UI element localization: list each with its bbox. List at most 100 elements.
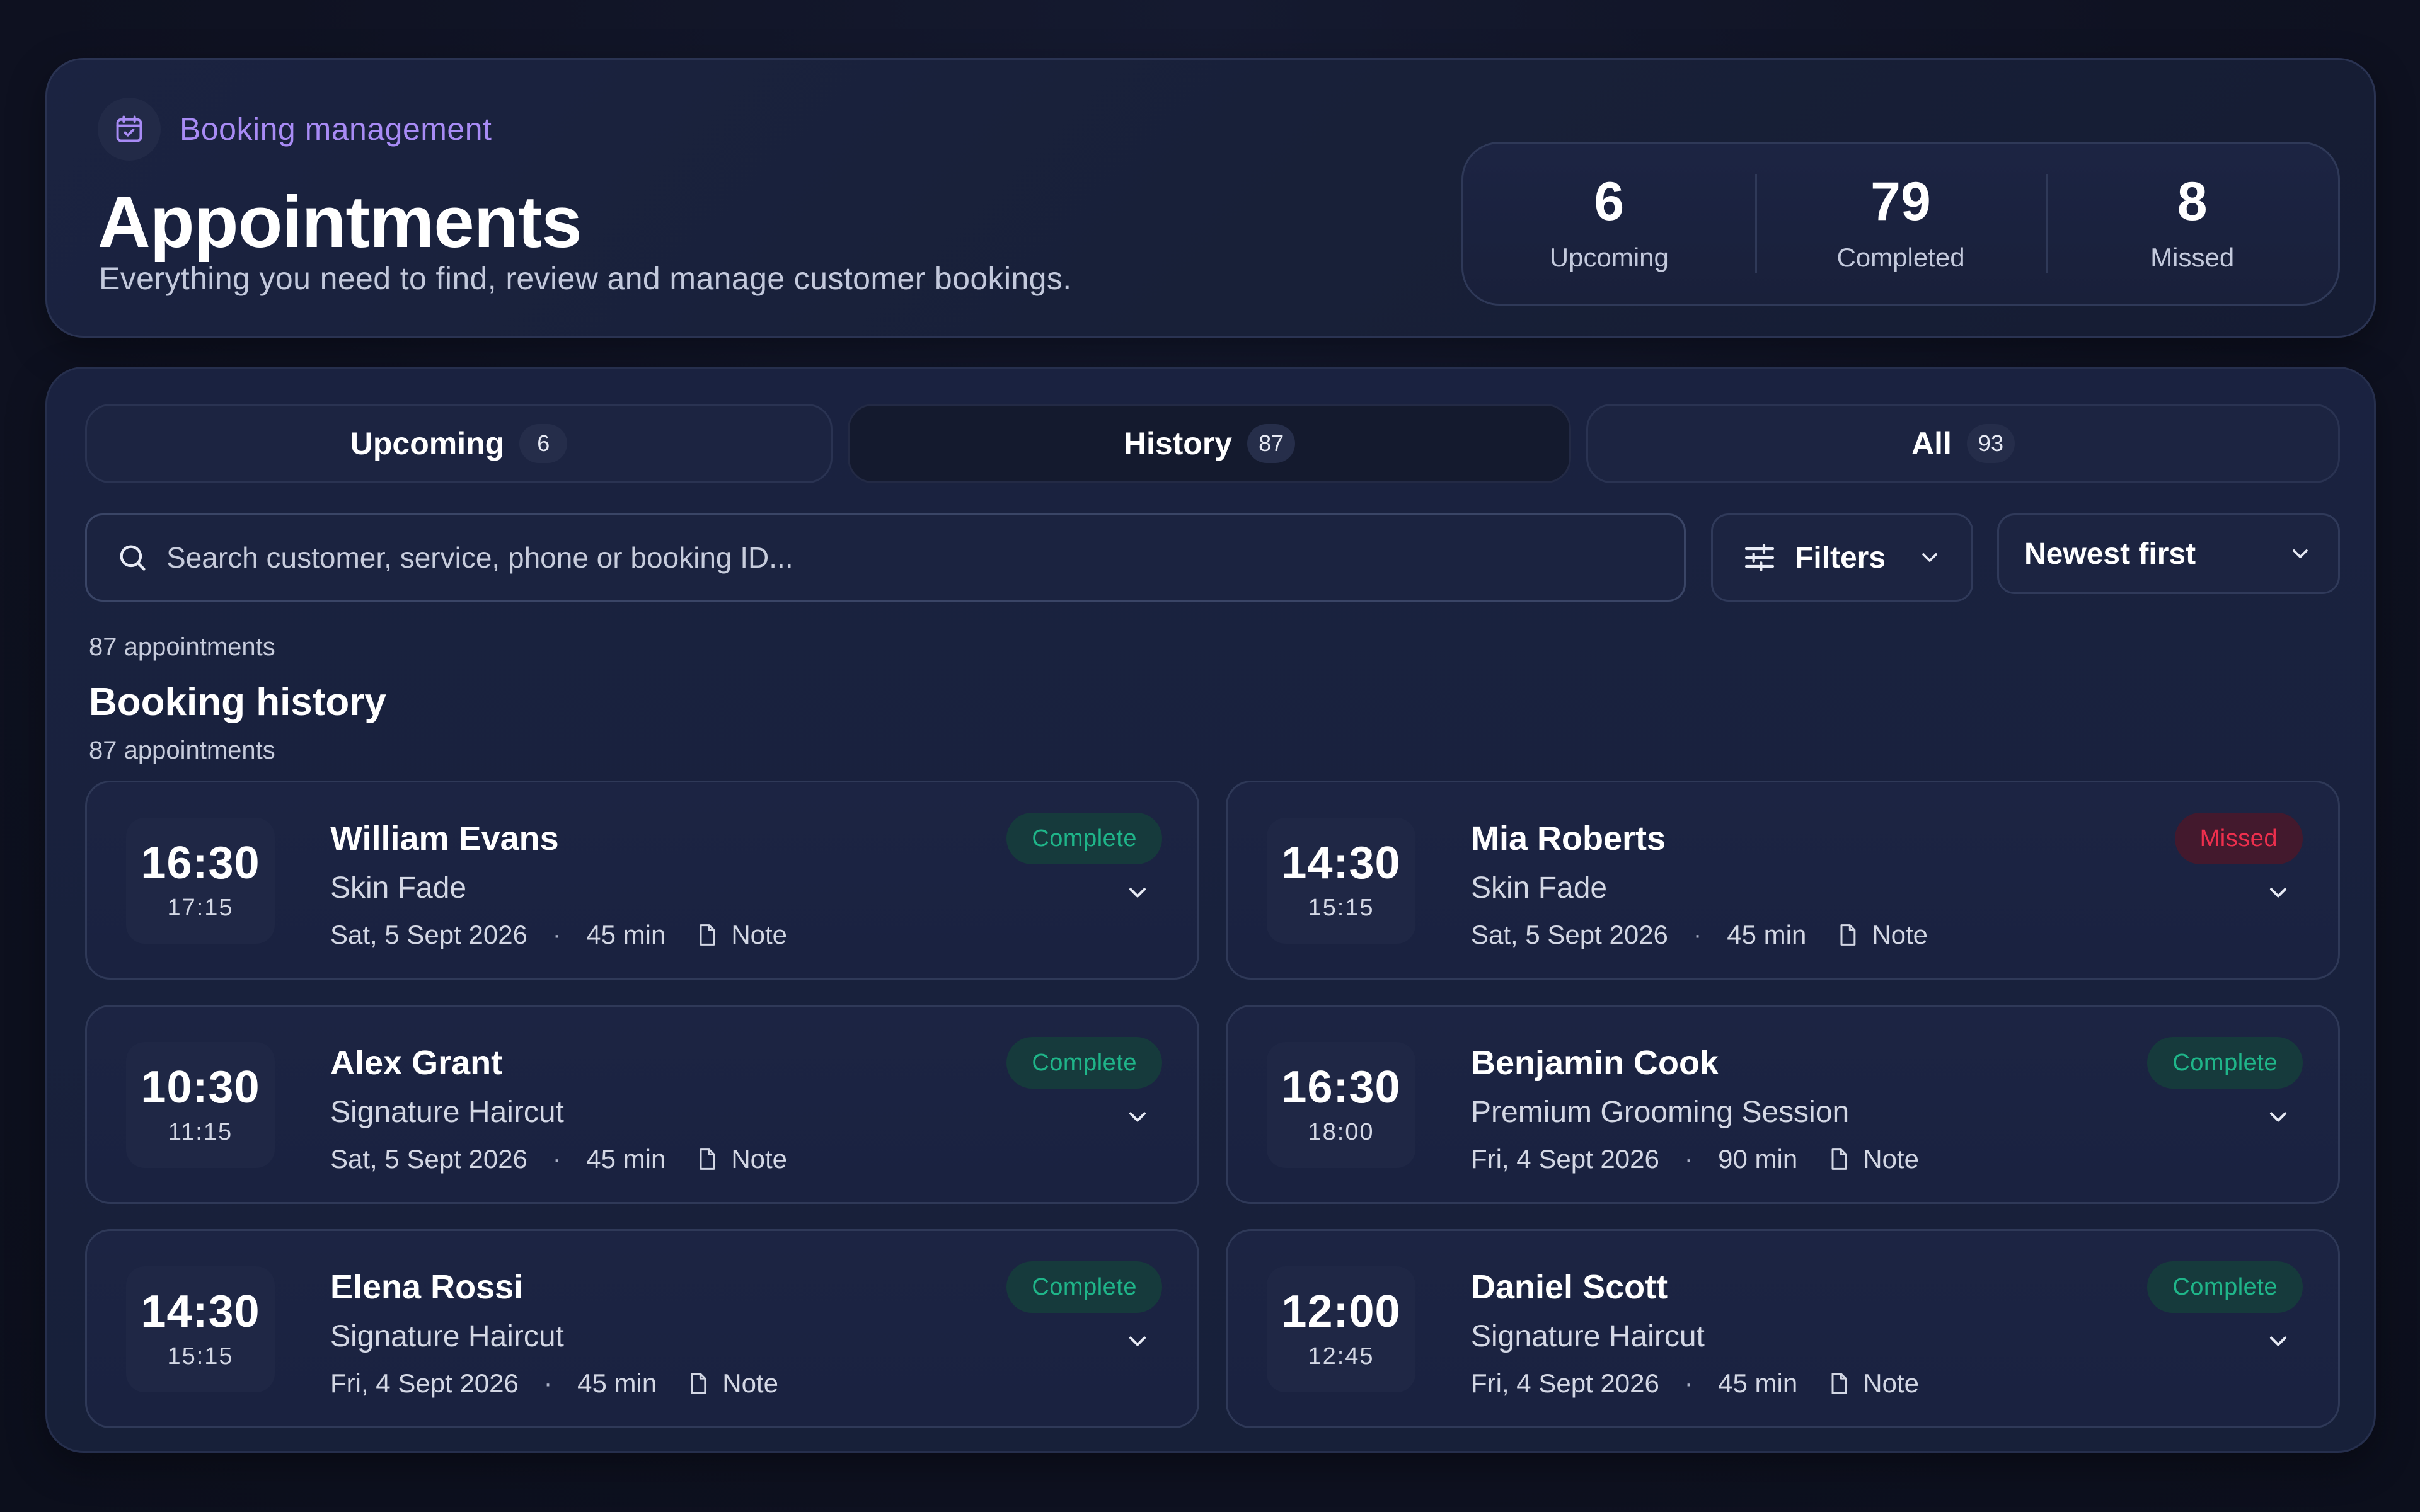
appointment-card[interactable]: 14:30 15:15 Mia Roberts Skin Fade Sat, 5…: [1226, 781, 2340, 980]
tab-history[interactable]: History 87: [848, 404, 1571, 483]
tab-label: Upcoming: [350, 426, 505, 461]
start-time: 12:00: [1281, 1286, 1401, 1337]
start-time: 16:30: [1281, 1062, 1401, 1113]
filters-label: Filters: [1795, 541, 1886, 575]
service-name: Premium Grooming Session: [1471, 1096, 1850, 1129]
time-block: 10:30 11:15: [126, 1042, 275, 1168]
tab-bar: Upcoming 6 History 87 All 93: [85, 404, 2340, 483]
status-badge: Complete: [2147, 1261, 2303, 1313]
stat-completed: 79 Completed: [1754, 144, 2047, 304]
customer-name: Benjamin Cook: [1471, 1044, 1719, 1082]
document-icon: [694, 1147, 720, 1172]
customer-name: Daniel Scott: [1471, 1268, 1668, 1306]
header-card: Booking management Appointments Everythi…: [45, 58, 2376, 338]
status-badge: Missed: [2174, 813, 2303, 864]
end-time: 11:15: [168, 1118, 233, 1145]
start-time: 14:30: [141, 1286, 260, 1337]
eyebrow: Booking management: [98, 98, 492, 161]
service-name: Skin Fade: [330, 871, 467, 905]
start-time: 14:30: [1281, 837, 1401, 888]
start-time: 10:30: [141, 1062, 260, 1113]
page-subtitle: Everything you need to find, review and …: [99, 261, 1072, 296]
sort-selected-value: Newest first: [2024, 537, 2196, 571]
service-name: Signature Haircut: [1471, 1320, 1705, 1353]
appointment-duration: 45 min: [577, 1368, 657, 1398]
chevron-down-icon: [1917, 545, 1942, 570]
separator-dot: ·: [552, 1145, 562, 1173]
page-title: Appointments: [98, 181, 582, 263]
note-link[interactable]: Note: [1863, 1368, 1919, 1399]
separator-dot: ·: [543, 1369, 553, 1397]
note-link[interactable]: Note: [731, 1144, 787, 1174]
time-block: 14:30 15:15: [126, 1266, 275, 1392]
appointments-panel: Upcoming 6 History 87 All 93 Search cust…: [45, 367, 2376, 1453]
end-time: 12:45: [1308, 1343, 1374, 1370]
appointment-card[interactable]: 16:30 18:00 Benjamin Cook Premium Groomi…: [1226, 1005, 2340, 1204]
customer-name: William Evans: [330, 820, 559, 857]
note-link[interactable]: Note: [722, 1368, 778, 1399]
chevron-down-icon[interactable]: [1122, 1326, 1153, 1357]
appointment-card[interactable]: 16:30 17:15 William Evans Skin Fade Sat,…: [85, 781, 1199, 980]
appointment-card[interactable]: 14:30 15:15 Elena Rossi Signature Haircu…: [85, 1229, 1199, 1428]
document-icon: [1826, 1147, 1852, 1172]
note-link[interactable]: Note: [731, 920, 787, 950]
end-time: 15:15: [1308, 894, 1374, 921]
status-badge: Complete: [2147, 1037, 2303, 1089]
eyebrow-label: Booking management: [180, 112, 492, 147]
document-icon: [694, 922, 720, 948]
service-name: Signature Haircut: [330, 1096, 564, 1129]
sliders-icon: [1742, 540, 1777, 575]
tab-count-badge: 93: [1966, 424, 2015, 463]
appointment-grid: 16:30 17:15 William Evans Skin Fade Sat,…: [85, 781, 2340, 1428]
chevron-down-icon[interactable]: [1122, 877, 1153, 908]
chevron-down-icon[interactable]: [2262, 877, 2294, 908]
tab-count-badge: 6: [519, 424, 568, 463]
stats-summary: 6 Upcoming 79 Completed 8 Missed: [1461, 142, 2340, 306]
status-badge: Complete: [1006, 813, 1162, 864]
tab-upcoming[interactable]: Upcoming 6: [85, 404, 833, 483]
result-count: 87 appointments: [89, 633, 275, 661]
chevron-down-icon[interactable]: [2262, 1326, 2294, 1357]
appointment-meta: Fri, 4 Sept 2026 · 45 min Note: [1471, 1368, 1919, 1399]
end-time: 18:00: [1308, 1118, 1374, 1145]
appointment-date: Fri, 4 Sept 2026: [330, 1368, 519, 1398]
end-time: 17:15: [167, 894, 234, 921]
appointment-date: Sat, 5 Sept 2026: [1471, 920, 1668, 949]
chevron-down-icon: [2288, 541, 2313, 566]
stat-label: Missed: [2150, 243, 2235, 272]
note-link[interactable]: Note: [1863, 1144, 1919, 1174]
search-icon: [113, 539, 151, 576]
filters-button[interactable]: Filters: [1711, 513, 1973, 602]
appointment-meta: Sat, 5 Sept 2026 · 45 min Note: [330, 920, 787, 950]
chevron-down-icon[interactable]: [2262, 1101, 2294, 1133]
sort-select[interactable]: Newest first: [1997, 513, 2340, 594]
time-block: 14:30 15:15: [1267, 818, 1415, 944]
stat-label: Completed: [1836, 243, 1965, 272]
appointment-meta: Sat, 5 Sept 2026 · 45 min Note: [330, 1144, 787, 1174]
separator-dot: ·: [1684, 1145, 1693, 1173]
appointment-meta: Fri, 4 Sept 2026 · 45 min Note: [330, 1368, 778, 1399]
appointment-duration: 45 min: [586, 920, 666, 949]
appointment-date: Sat, 5 Sept 2026: [330, 1144, 527, 1174]
note-link[interactable]: Note: [1872, 920, 1928, 950]
start-time: 16:30: [141, 837, 260, 888]
section-count: 87 appointments: [89, 736, 275, 764]
status-badge: Complete: [1006, 1261, 1162, 1313]
tab-all[interactable]: All 93: [1586, 404, 2340, 483]
separator-dot: ·: [552, 920, 562, 949]
appointment-card[interactable]: 12:00 12:45 Daniel Scott Signature Hairc…: [1226, 1229, 2340, 1428]
appointment-date: Fri, 4 Sept 2026: [1471, 1144, 1659, 1174]
search-box[interactable]: [85, 513, 1686, 602]
time-block: 16:30 18:00: [1267, 1042, 1415, 1168]
search-input[interactable]: [166, 515, 1684, 600]
stat-value: 8: [2177, 171, 2208, 232]
stat-value: 79: [1870, 171, 1931, 232]
appointment-duration: 45 min: [1727, 920, 1807, 949]
document-icon: [686, 1371, 711, 1396]
appointment-duration: 90 min: [1718, 1144, 1798, 1174]
appointment-card[interactable]: 10:30 11:15 Alex Grant Signature Haircut…: [85, 1005, 1199, 1204]
customer-name: Alex Grant: [330, 1044, 503, 1082]
document-icon: [1826, 1371, 1852, 1396]
appointment-duration: 45 min: [586, 1144, 666, 1174]
chevron-down-icon[interactable]: [1122, 1101, 1153, 1133]
